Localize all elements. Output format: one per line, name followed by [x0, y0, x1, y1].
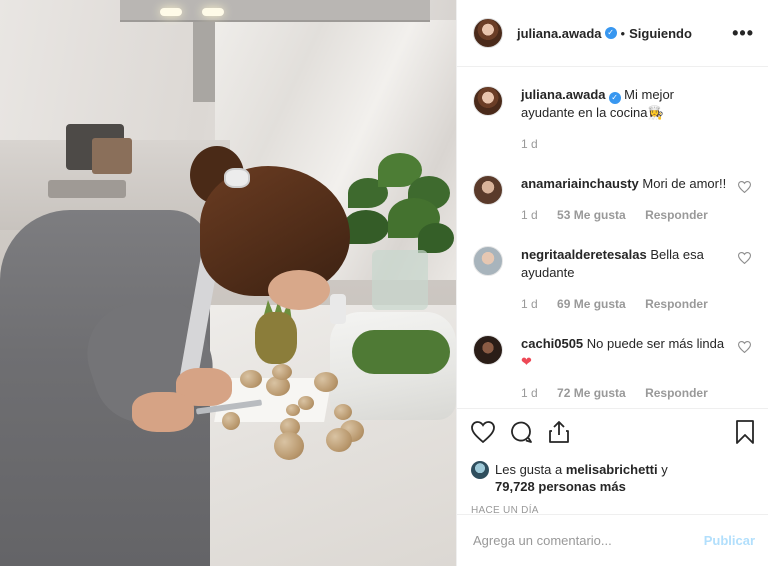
hood-light: [160, 8, 182, 16]
glass-jar: [372, 250, 428, 310]
small-heart-icon[interactable]: [737, 341, 752, 356]
comment-likes[interactable]: 72 Me gusta: [557, 386, 626, 400]
reply-button[interactable]: Responder: [645, 208, 708, 222]
more-options-icon[interactable]: •••: [732, 24, 754, 42]
comment-username[interactable]: negritaalderetesalas: [521, 247, 647, 262]
share-icon[interactable]: [547, 420, 571, 447]
mushroom: [222, 412, 240, 430]
post-actions: Les gusta a melisabrichetti y 79,728 per…: [457, 408, 768, 516]
likes-connector: y: [657, 462, 668, 477]
commenter-avatar[interactable]: [473, 335, 503, 365]
comment-username[interactable]: anamariainchausty: [521, 176, 639, 191]
publish-button[interactable]: Publicar: [704, 533, 755, 548]
sink: [48, 180, 126, 198]
mushroom: [240, 370, 262, 388]
mushroom: [334, 404, 352, 420]
mushroom: [286, 404, 300, 416]
red-heart-emoji-icon: ❤: [521, 354, 532, 369]
comment-likes[interactable]: 53 Me gusta: [557, 208, 626, 222]
comment-time[interactable]: 1 d: [521, 386, 538, 400]
post-header: juliana.awada ✓ • Siguiendo •••: [457, 0, 768, 67]
reply-button[interactable]: Responder: [645, 297, 708, 311]
caption-username[interactable]: juliana.awada: [521, 87, 606, 102]
spinach-leaves: [352, 330, 450, 374]
likes-prefix: Les gusta a: [495, 462, 566, 477]
caption-avatar[interactable]: [473, 86, 503, 116]
range-hood: [120, 0, 430, 22]
following-button[interactable]: Siguiendo: [629, 26, 692, 41]
likes-summary: Les gusta a melisabrichetti y 79,728 per…: [471, 461, 755, 495]
comment-username[interactable]: cachi0505: [521, 336, 583, 351]
hair-bow: [224, 168, 250, 188]
kitchen-appliance: [92, 138, 132, 174]
comment-input[interactable]: Agrega un comentario...: [473, 533, 612, 548]
mushroom: [274, 432, 304, 460]
post-photo[interactable]: [0, 0, 456, 566]
hood-light: [202, 8, 224, 16]
verified-badge-icon: ✓: [604, 27, 617, 39]
comment-likes[interactable]: 69 Me gusta: [557, 297, 626, 311]
author-avatar[interactable]: [473, 18, 503, 48]
caption: juliana.awada ✓ Mi mejor ayudante en la c…: [473, 86, 753, 153]
separator-dot: •: [620, 25, 626, 41]
comment-item: cachi0505 No puede ser más linda ❤ 1 d 7…: [473, 335, 753, 402]
pineapple: [255, 312, 297, 364]
small-heart-icon[interactable]: [737, 252, 752, 267]
likes-count[interactable]: 79,728 personas más: [495, 479, 626, 494]
bookmark-icon[interactable]: [735, 419, 755, 447]
caption-time[interactable]: 1 d: [521, 137, 538, 151]
comment-item: negritaalderetesalas Bella esa ayudante …: [473, 246, 753, 313]
bottle: [330, 294, 346, 324]
post-panel: juliana.awada ✓ • Siguiendo ••• juliana.…: [456, 0, 768, 566]
add-comment-bar: Agrega un comentario... Publicar: [457, 514, 768, 566]
hand: [132, 392, 194, 432]
comment-item: anamariainchausty Mori de amor!! 1 d 53 …: [473, 175, 753, 224]
chef-emoji-icon: 👩‍🍳: [647, 105, 664, 120]
heart-outline-icon[interactable]: [471, 420, 495, 446]
commenter-avatar[interactable]: [473, 175, 503, 205]
reply-button[interactable]: Responder: [645, 386, 708, 400]
mushroom: [326, 428, 352, 452]
commenter-avatar[interactable]: [473, 246, 503, 276]
comments-list: juliana.awada ✓ Mi mejor ayudante en la c…: [457, 68, 768, 408]
liker-avatar[interactable]: [471, 461, 489, 479]
liker-username[interactable]: melisabrichetti: [566, 462, 658, 477]
mushroom: [272, 364, 292, 380]
girl-face: [268, 270, 330, 310]
hood-column: [193, 22, 215, 102]
verified-badge-icon: ✓: [608, 92, 621, 104]
mushroom: [314, 372, 338, 392]
comment-time[interactable]: 1 d: [521, 297, 538, 311]
comment-text: Mori de amor!!: [642, 176, 727, 191]
comment-text: No puede ser más linda: [586, 336, 725, 351]
comment-time[interactable]: 1 d: [521, 208, 538, 222]
mushroom: [298, 396, 314, 410]
action-icons: [471, 419, 755, 447]
author-username[interactable]: juliana.awada: [517, 26, 602, 41]
comment-bubble-icon[interactable]: [509, 420, 533, 447]
small-heart-icon[interactable]: [737, 181, 752, 196]
